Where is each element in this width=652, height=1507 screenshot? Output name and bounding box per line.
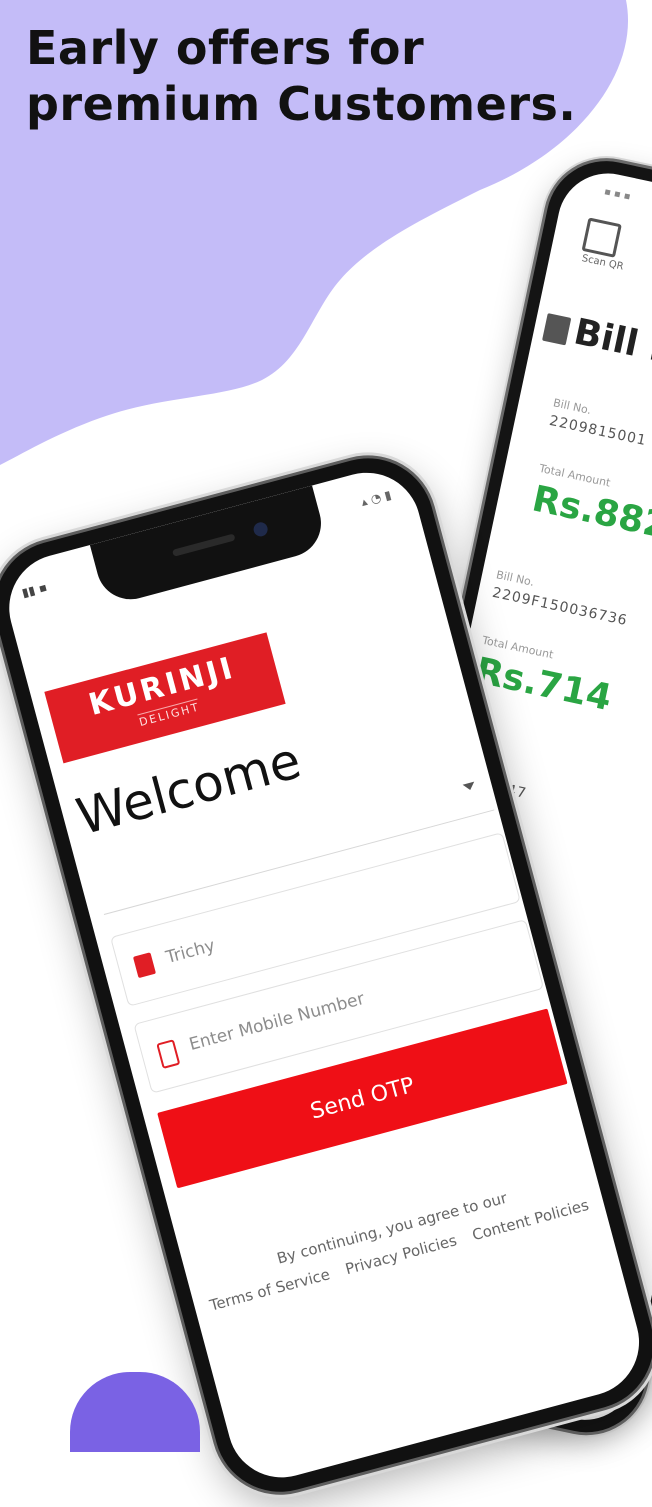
bill-history-title: Bill History [570,311,652,399]
status-bar: ▪ ▪ ▪ [603,186,632,203]
bill-card[interactable]: Bill No. 2209F150036736 Total Amount Rs.… [472,568,652,757]
scan-label: Scan QR [580,253,625,273]
headline-line-1: Early offers for [26,21,425,75]
bill-card[interactable]: Bill No. 2209815001 Total Amount Rs.882 [529,396,652,585]
status-bar-left: ▮▮ ▪ [20,579,49,601]
consent-text: By continuing, you agree to our Terms of… [185,1160,607,1323]
mobile-placeholder: Enter Mobile Number [187,988,367,1055]
phone-icon [156,1039,181,1069]
qr-scan-icon[interactable] [581,217,622,258]
speaker-grille [171,533,236,557]
headline: Early offers for premium Customers. [26,20,576,132]
camera-icon [252,520,270,538]
headline-line-2: premium Customers. [26,77,577,131]
bill-icon [542,313,572,346]
city-placeholder: Trichy [163,935,218,968]
status-bar-right: ▴ ◔ ▮ [359,487,393,510]
building-icon [132,952,157,979]
chevron-down-icon[interactable] [462,781,477,792]
